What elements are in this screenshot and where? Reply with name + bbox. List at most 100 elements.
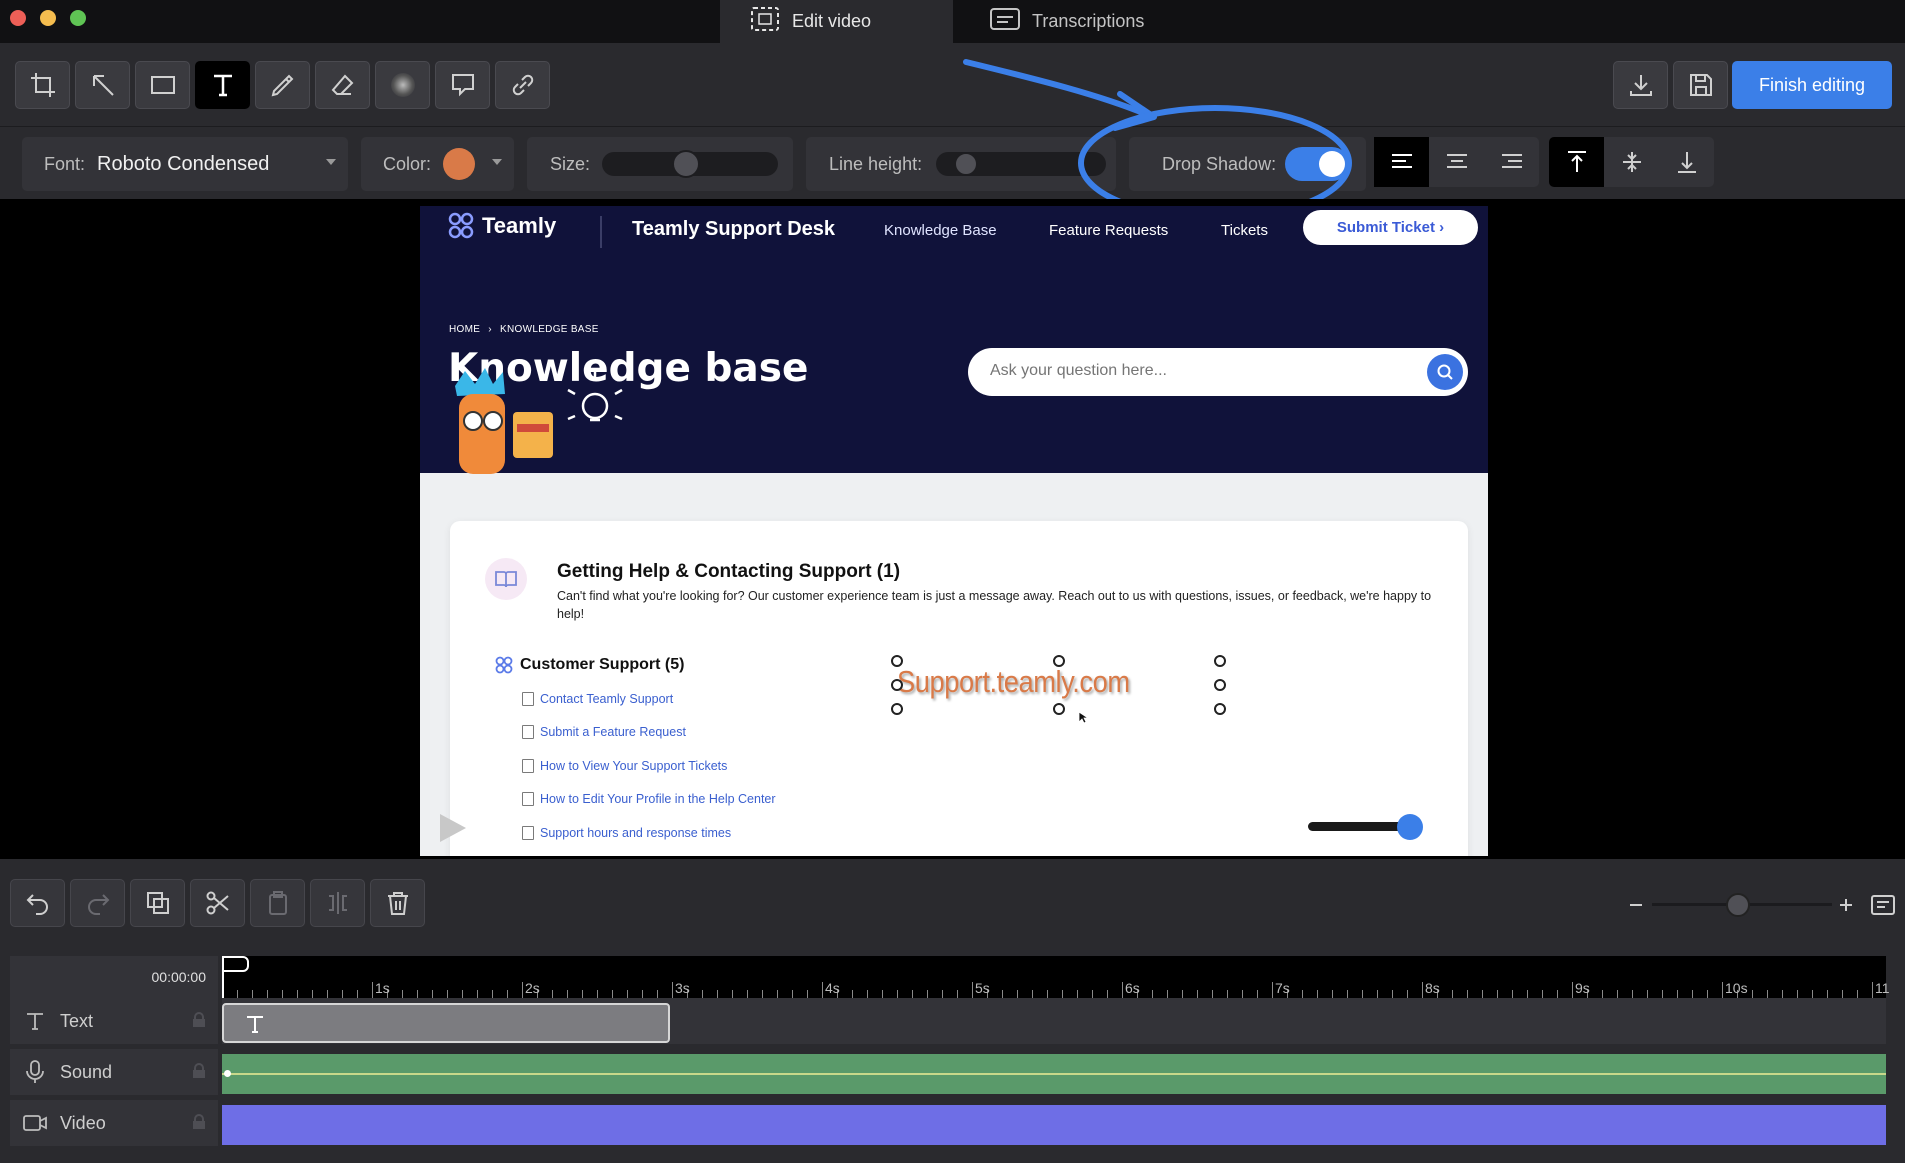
- resize-handle[interactable]: [1214, 655, 1226, 667]
- lock-icon[interactable]: [192, 1063, 206, 1079]
- rectangle-button[interactable]: [135, 61, 190, 109]
- video-clip[interactable]: [222, 1105, 1886, 1145]
- color-select[interactable]: Color:: [361, 137, 514, 191]
- ruler-tick: [717, 990, 718, 998]
- finish-editing-button[interactable]: Finish editing: [1732, 61, 1892, 109]
- article-link[interactable]: How to Edit Your Profile in the Help Cen…: [522, 792, 776, 806]
- valign-bottom-button[interactable]: [1659, 137, 1714, 187]
- save-button[interactable]: [1673, 61, 1728, 109]
- desk-title: Teamly Support Desk: [632, 218, 836, 240]
- ruler-tick: [1467, 990, 1468, 998]
- close-window-button[interactable]: [10, 10, 26, 26]
- ruler-tick: [1452, 990, 1453, 998]
- pen-button[interactable]: [255, 61, 310, 109]
- article-link[interactable]: Support hours and response times: [522, 826, 731, 840]
- download-button[interactable]: [1613, 61, 1668, 109]
- sound-clip[interactable]: [222, 1054, 1886, 1094]
- ruler-tick: [507, 990, 508, 998]
- maximize-window-button[interactable]: [70, 10, 86, 26]
- resize-handle[interactable]: [891, 655, 903, 667]
- playhead-marker-icon[interactable]: [222, 956, 252, 978]
- time-ruler[interactable]: 1s 2s 3s 4s 5s 6s 7s 8s 9s 10s 11: [222, 956, 1890, 998]
- resize-handle[interactable]: [891, 703, 903, 715]
- article-link[interactable]: How to View Your Support Tickets: [522, 759, 727, 773]
- line-height-slider-knob[interactable]: [954, 152, 978, 176]
- zoom-out-icon[interactable]: [1628, 897, 1644, 913]
- valign-top-button[interactable]: [1549, 137, 1604, 187]
- nav-knowledge-base[interactable]: Knowledge Base: [884, 222, 997, 239]
- breadcrumb-home[interactable]: HOME: [449, 324, 480, 335]
- nav-tickets[interactable]: Tickets: [1221, 222, 1268, 239]
- text-icon: [27, 1013, 43, 1030]
- ruler-second-label: 6s: [1125, 980, 1140, 996]
- crop-button[interactable]: [15, 61, 70, 109]
- lock-icon[interactable]: [192, 1114, 206, 1130]
- timecode-box: 00:00:00: [10, 956, 218, 998]
- volume-keyframe[interactable]: [224, 1070, 231, 1077]
- text-clip[interactable]: [222, 1003, 670, 1043]
- redo-button[interactable]: [70, 879, 125, 927]
- volume-slider-knob[interactable]: [1397, 814, 1423, 840]
- align-right-button[interactable]: [1484, 137, 1539, 187]
- resize-handle[interactable]: [1214, 679, 1226, 691]
- ruler-tick: [522, 982, 523, 998]
- blur-button[interactable]: [375, 61, 430, 109]
- subsection-header[interactable]: Customer Support (5): [494, 655, 684, 675]
- play-icon[interactable]: [438, 812, 468, 844]
- arrow-button[interactable]: [75, 61, 130, 109]
- duplicate-button[interactable]: [130, 879, 185, 927]
- tab-transcriptions[interactable]: Transcriptions: [960, 0, 1190, 43]
- article-title: How to Edit Your Profile in the Help Cen…: [540, 792, 776, 806]
- ruler-tick: [822, 982, 823, 998]
- tab-edit-video[interactable]: Edit video: [720, 0, 953, 43]
- search-button[interactable]: [1427, 354, 1463, 390]
- minimize-window-button[interactable]: [40, 10, 56, 26]
- nav-feature-requests[interactable]: Feature Requests: [1049, 222, 1168, 239]
- text-tool-button[interactable]: [195, 61, 250, 109]
- align-center-button[interactable]: [1429, 137, 1484, 187]
- resize-handle[interactable]: [1053, 655, 1065, 667]
- ruler-tick: [1767, 990, 1768, 998]
- search-input[interactable]: [990, 362, 1410, 380]
- submit-ticket-button[interactable]: Submit Ticket ›: [1303, 210, 1478, 245]
- speech-bubble-icon: [451, 74, 474, 97]
- cut-button[interactable]: [190, 879, 245, 927]
- mascot-illustration: [455, 368, 623, 474]
- valign-middle-button[interactable]: [1604, 137, 1659, 187]
- paste-button[interactable]: [250, 879, 305, 927]
- zoom-slider-knob[interactable]: [1726, 893, 1750, 917]
- article-link[interactable]: Contact Teamly Support: [522, 692, 673, 706]
- text-overlay[interactable]: Support.teamly.com: [897, 664, 1130, 700]
- ruler-tick: [1107, 990, 1108, 998]
- zoom-in-icon[interactable]: [1838, 897, 1854, 913]
- ruler-tick: [1797, 990, 1798, 998]
- lock-icon[interactable]: [192, 1012, 206, 1028]
- align-left-button[interactable]: [1374, 137, 1429, 187]
- resize-handle[interactable]: [891, 679, 903, 691]
- size-slider-knob[interactable]: [672, 150, 700, 178]
- ruler-tick: [1662, 990, 1663, 998]
- microphone-icon: [26, 1060, 44, 1083]
- split-button[interactable]: [310, 879, 365, 927]
- font-label: Font:: [44, 153, 86, 174]
- speech-bubble-button[interactable]: [435, 61, 490, 109]
- resize-handle[interactable]: [1053, 703, 1065, 715]
- section-title[interactable]: Getting Help & Contacting Support (1): [557, 561, 900, 583]
- captions-icon: [990, 7, 1020, 36]
- chevron-down-icon: [492, 159, 502, 165]
- align-middle-icon: [1622, 152, 1641, 172]
- delete-button[interactable]: [370, 879, 425, 927]
- font-select[interactable]: Font: Roboto Condensed: [22, 137, 348, 191]
- drop-shadow-toggle[interactable]: [1285, 147, 1349, 181]
- eraser-button[interactable]: [315, 61, 370, 109]
- volume-slider[interactable]: [1308, 822, 1408, 831]
- video-camera-icon: [23, 1115, 47, 1131]
- undo-button[interactable]: [10, 879, 65, 927]
- ruler-tick: [1827, 990, 1828, 998]
- link-button[interactable]: [495, 61, 550, 109]
- header-divider: [600, 216, 602, 248]
- text-icon: [247, 1016, 263, 1033]
- article-link[interactable]: Submit a Feature Request: [522, 725, 686, 739]
- resize-handle[interactable]: [1214, 703, 1226, 715]
- fit-timeline-icon[interactable]: [1870, 892, 1896, 918]
